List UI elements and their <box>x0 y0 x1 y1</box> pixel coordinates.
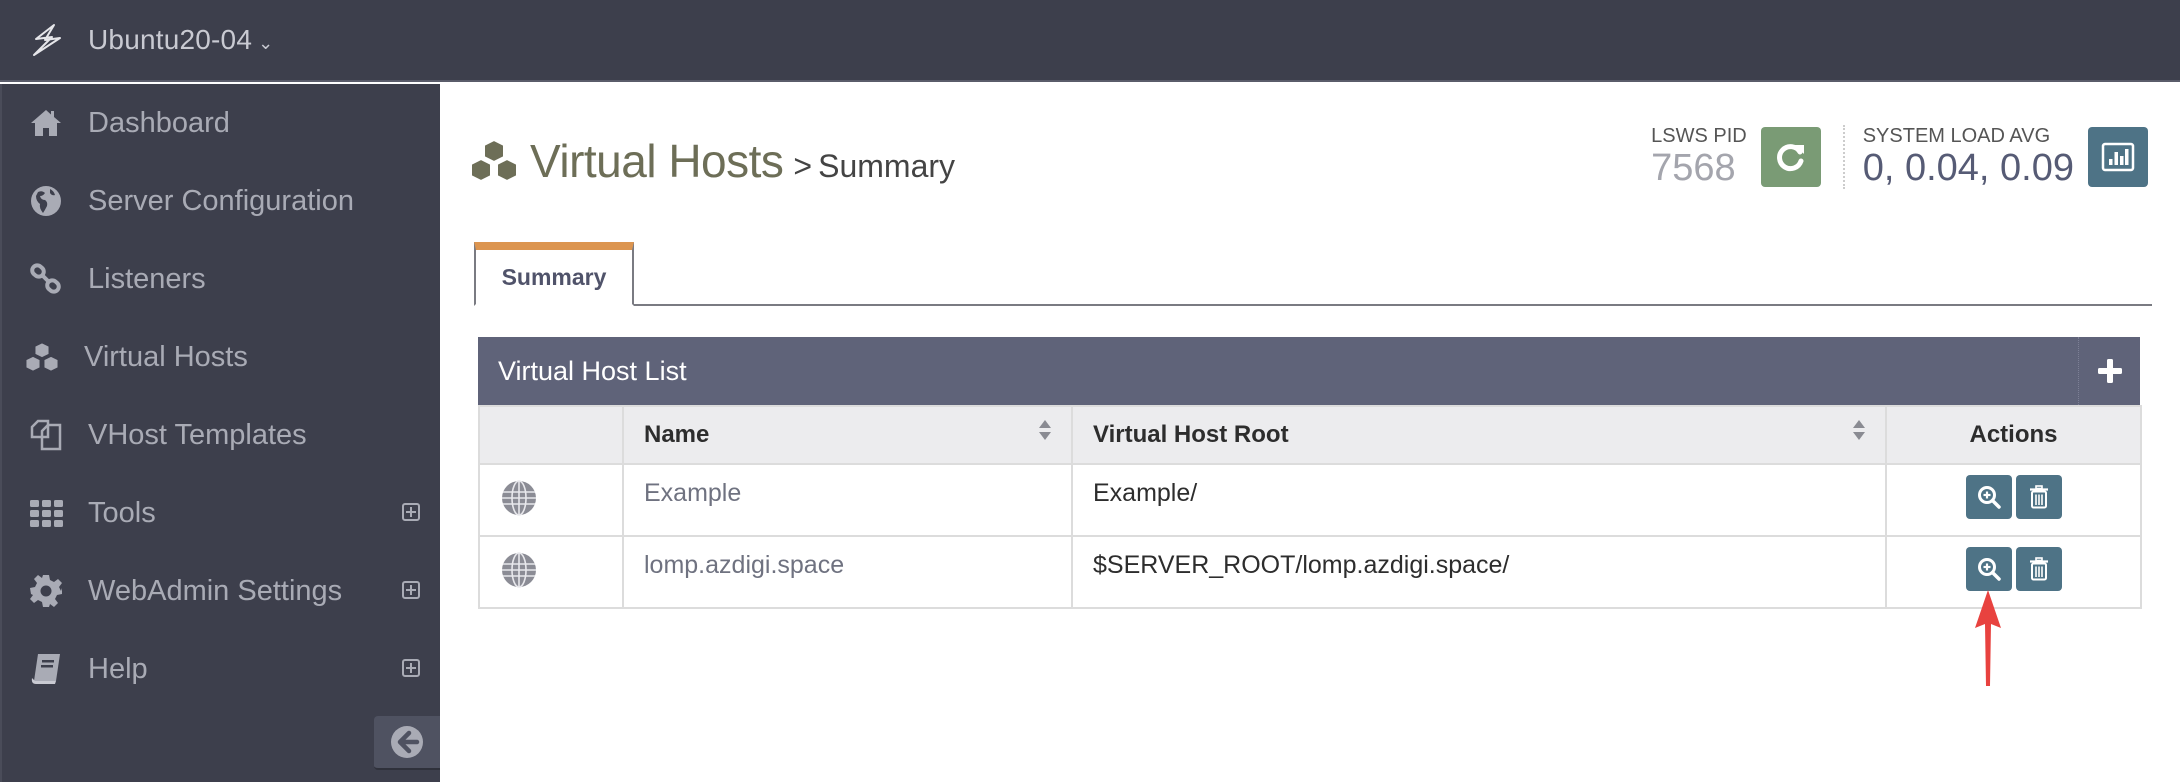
breadcrumb-current: Summary <box>818 148 956 184</box>
tab-label: Summary <box>501 263 607 290</box>
zoom-in-icon <box>1977 558 2001 581</box>
table-header-row: Name Virtual Host Root Actions <box>478 405 2142 465</box>
expand-icon[interactable] <box>402 503 420 521</box>
trash-icon <box>2029 485 2048 509</box>
virtual-host-table: Name Virtual Host Root Actions Example E… <box>478 405 2142 609</box>
cubes-icon <box>20 335 64 379</box>
sidebar-item-label: WebAdmin Settings <box>88 574 343 607</box>
globe-icon <box>24 179 68 223</box>
sort-icon[interactable] <box>1039 420 1051 442</box>
lightning-logo-icon <box>33 24 61 56</box>
view-button[interactable] <box>1965 547 2012 591</box>
sidebar-item-label: Dashboard <box>88 106 230 139</box>
sidebar-item-label: Tools <box>88 496 156 529</box>
trash-icon <box>2029 557 2048 581</box>
server-name: Ubuntu20-04 <box>88 24 253 55</box>
load-stat: SYSTEM LOAD AVG 0, 0.04, 0.09 <box>1863 125 2074 189</box>
link-icon <box>24 257 68 301</box>
sidebar-item-tools[interactable]: Tools <box>2 474 440 552</box>
restart-icon <box>1776 144 1804 172</box>
view-button[interactable] <box>1965 475 2012 519</box>
sidebar-item-label: Help <box>88 652 148 685</box>
stats-divider <box>1842 125 1845 189</box>
tab-summary[interactable]: Summary <box>474 242 634 306</box>
real-time-stats-button[interactable] <box>2088 127 2148 187</box>
page-title: Virtual Hosts > Summary <box>468 134 955 188</box>
vhost-name[interactable]: lomp.azdigi.space <box>622 535 1073 609</box>
panel-header: Virtual Host List <box>478 337 2140 405</box>
pid-stat: LSWS PID 7568 <box>1651 125 1747 189</box>
table-row: Example Example/ <box>478 463 2142 537</box>
grid-icon <box>24 491 68 535</box>
column-header-icon <box>478 405 624 465</box>
restart-button[interactable] <box>1760 127 1821 187</box>
add-virtual-host-button[interactable] <box>2078 337 2140 405</box>
sidebar-item-label: VHost Templates <box>88 418 307 451</box>
gear-icon <box>24 569 68 613</box>
delete-button[interactable] <box>2015 547 2062 591</box>
pid-label: LSWS PID <box>1651 125 1747 147</box>
top-bar: Ubuntu20-04 ⌄ <box>0 0 2180 82</box>
bar-chart-icon <box>2101 142 2135 172</box>
column-header-actions: Actions <box>1885 405 2142 465</box>
sidebar-item-webadmin-settings[interactable]: WebAdmin Settings <box>2 552 440 630</box>
sidebar-item-label: Virtual Hosts <box>84 340 248 373</box>
panel-title: Virtual Host List <box>498 355 687 386</box>
sidebar-item-help[interactable]: Help <box>2 630 440 708</box>
server-stats: LSWS PID 7568 SYSTEM LOAD AVG 0, 0.04, 0… <box>1651 122 2148 192</box>
column-header-label: Virtual Host Root <box>1093 421 1289 448</box>
column-header-root[interactable]: Virtual Host Root <box>1071 405 1887 465</box>
vhost-name[interactable]: Example <box>622 463 1073 537</box>
annotation-arrow-icon <box>1975 590 2001 686</box>
templates-icon <box>24 413 68 457</box>
column-header-label: Name <box>644 421 710 448</box>
load-label: SYSTEM LOAD AVG <box>1862 125 2051 147</box>
vhost-icon-cell <box>478 535 624 609</box>
sidebar-item-vhost-templates[interactable]: VHost Templates <box>2 396 440 474</box>
expand-icon[interactable] <box>402 581 420 599</box>
table-row: lomp.azdigi.space $SERVER_ROOT/lomp.azdi… <box>478 535 2142 609</box>
sidebar-item-server-configuration[interactable]: Server Configuration <box>2 162 440 240</box>
page-title-text: Virtual Hosts <box>530 135 784 187</box>
chevron-down-icon: ⌄ <box>258 32 274 53</box>
sidebar-item-virtual-hosts[interactable]: Virtual Hosts <box>2 318 440 396</box>
vhost-root: $SERVER_ROOT/lomp.azdigi.space/ <box>1071 535 1887 609</box>
actions-cell <box>1885 535 2142 609</box>
vhost-icon-cell <box>478 463 624 537</box>
sidebar-item-listeners[interactable]: Listeners <box>2 240 440 318</box>
virtual-host-list-panel: Virtual Host List Name Virtual Host Root <box>478 337 2142 609</box>
expand-icon[interactable] <box>402 659 420 677</box>
sort-icon[interactable] <box>1853 420 1865 442</box>
sidebar-item-dashboard[interactable]: Dashboard <box>2 84 440 162</box>
main-content: Virtual Hosts > Summary LSWS PID 7568 SY… <box>440 84 2180 782</box>
sidebar: Dashboard Server Configuration Listeners… <box>0 84 440 782</box>
sidebar-item-label: Listeners <box>88 262 206 295</box>
globe-grid-icon <box>502 552 536 588</box>
load-value: 0, 0.04, 0.09 <box>1862 147 2074 189</box>
server-selector[interactable]: Ubuntu20-04 ⌄ <box>30 22 273 58</box>
globe-grid-icon <box>502 480 536 516</box>
actions-cell <box>1885 463 2142 537</box>
book-icon <box>24 647 68 691</box>
pid-value: 7568 <box>1651 147 1736 189</box>
collapse-sidebar-button[interactable] <box>374 716 440 770</box>
cubes-icon <box>470 138 518 183</box>
column-header-name[interactable]: Name <box>622 405 1073 465</box>
arrow-circle-left-icon <box>391 726 423 758</box>
tab-bar: Summary <box>474 242 2152 306</box>
breadcrumb-separator: > <box>793 148 813 184</box>
delete-button[interactable] <box>2015 475 2062 519</box>
plus-icon <box>2097 359 2122 383</box>
home-icon <box>24 101 68 145</box>
sidebar-item-label: Server Configuration <box>88 184 354 217</box>
vhost-root: Example/ <box>1071 463 1887 537</box>
zoom-in-icon <box>1977 486 2001 509</box>
